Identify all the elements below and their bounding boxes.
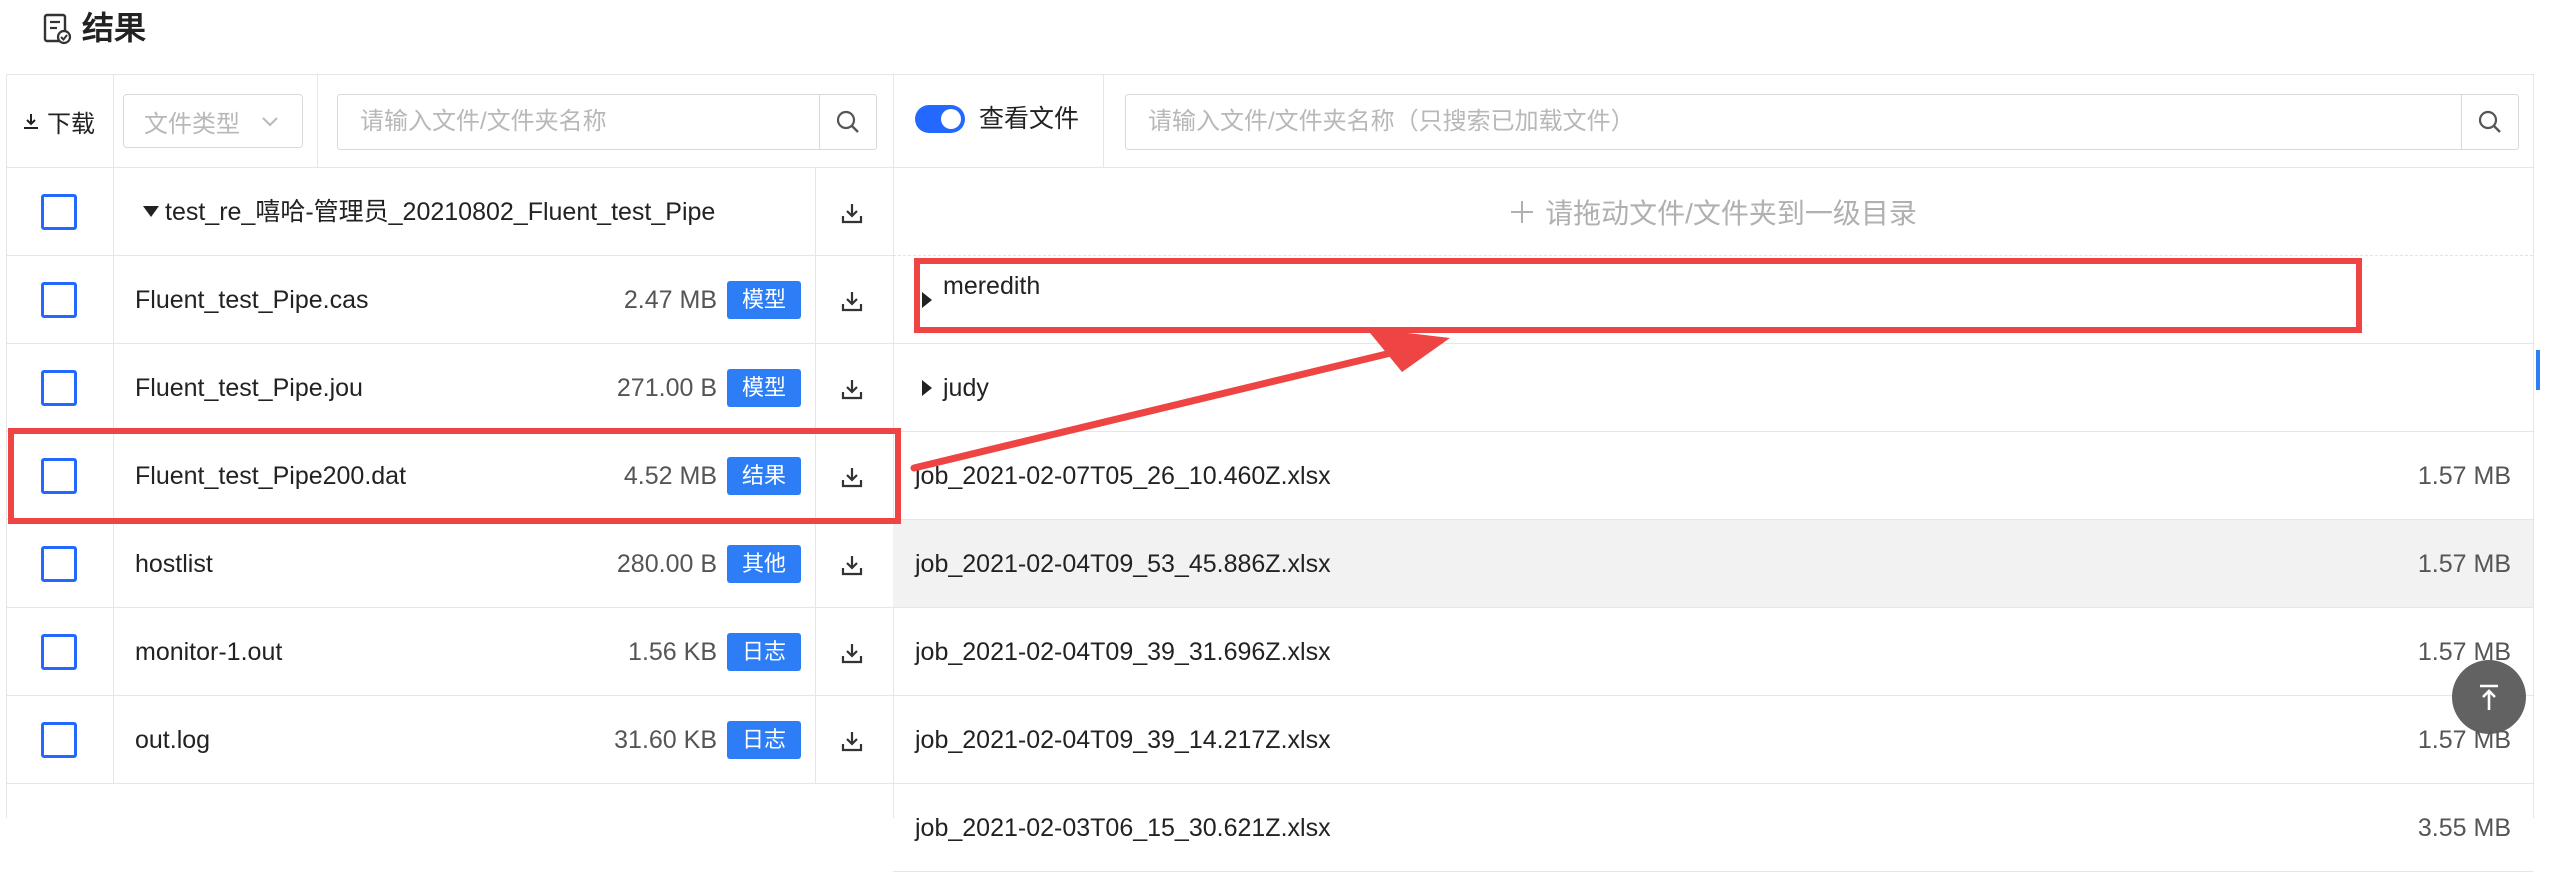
file-size: 2.47 MB <box>623 286 717 314</box>
chevron-down-icon <box>262 117 278 127</box>
file-type-tag: 模型 <box>727 281 801 319</box>
file-size: 3.55 MB <box>2417 814 2511 842</box>
view-files-label: 查看文件 <box>979 105 1080 133</box>
file-size: 31.60 KB <box>614 726 717 754</box>
toolbar-divider <box>317 75 318 167</box>
drag-move-icon <box>1511 200 1534 223</box>
arrow-up-to-top-icon <box>2480 684 2498 710</box>
left-search-input[interactable] <box>338 95 822 149</box>
file-row[interactable]: job_2021-02-03T06_15_30.621Z.xlsx 3.55 M… <box>893 784 2533 872</box>
folder-name: test_re_嘻哈-管理员_20210802_Fluent_test_Pipe <box>165 198 716 226</box>
download-icon <box>24 114 38 129</box>
file-name: Fluent_test_Pipe.jou <box>135 374 363 402</box>
left-toolbar: 下载 文件类型 <box>7 75 893 168</box>
toolbar-divider <box>113 75 114 167</box>
file-name: job_2021-02-04T09_39_31.696Z.xlsx <box>915 638 1331 666</box>
page-title: 结果 <box>82 10 147 46</box>
file-checkbox[interactable] <box>41 282 77 318</box>
right-search-box <box>1125 94 2519 150</box>
back-to-top-button[interactable] <box>2452 660 2526 734</box>
download-icon[interactable] <box>839 200 865 226</box>
download-label: 下载 <box>47 110 95 138</box>
download-button[interactable]: 下载 <box>21 99 95 143</box>
file-size: 1.57 MB <box>2417 550 2511 578</box>
filetype-select[interactable]: 文件类型 <box>123 94 303 148</box>
file-row[interactable]: job_2021-02-04T09_39_14.217Z.xlsx 1.57 M… <box>893 696 2533 784</box>
file-row[interactable]: out.log 31.60 KB 日志 <box>7 696 893 784</box>
scrollbar-thumb[interactable] <box>2536 350 2540 390</box>
file-type-tag: 日志 <box>727 721 801 759</box>
left-search-button[interactable] <box>819 95 876 149</box>
file-checkbox[interactable] <box>41 546 77 582</box>
caret-right-icon[interactable] <box>922 380 932 396</box>
file-checkbox[interactable] <box>41 370 77 406</box>
file-name: job_2021-02-03T06_15_30.621Z.xlsx <box>915 814 1331 842</box>
download-icon[interactable] <box>839 288 865 314</box>
folder-name: judy <box>943 374 989 402</box>
result-doc-icon <box>43 13 72 45</box>
file-name: out.log <box>135 726 211 754</box>
file-name: Fluent_test_Pipe.cas <box>135 286 369 314</box>
highlight-box-source <box>8 428 901 524</box>
file-browser-panel: 查看文件 请拖动文件/文件夹到一级目录 meredith judy job_20… <box>893 74 2534 872</box>
caret-down-icon[interactable] <box>143 206 159 217</box>
folder-checkbox[interactable] <box>41 194 77 230</box>
filetype-placeholder: 文件类型 <box>144 110 240 138</box>
download-icon[interactable] <box>839 728 865 754</box>
file-row[interactable]: job_2021-02-07T05_26_10.460Z.xlsx 1.57 M… <box>893 432 2533 520</box>
folder-row[interactable]: test_re_嘻哈-管理员_20210802_Fluent_test_Pipe <box>7 168 893 256</box>
file-name: job_2021-02-07T05_26_10.460Z.xlsx <box>915 462 1331 490</box>
file-row[interactable]: job_2021-02-04T09_53_45.886Z.xlsx 1.57 M… <box>893 520 2533 608</box>
file-name: job_2021-02-04T09_53_45.886Z.xlsx <box>915 550 1331 578</box>
search-icon <box>2478 110 2501 133</box>
file-row[interactable]: job_2021-02-04T09_39_31.696Z.xlsx 1.57 M… <box>893 608 2533 696</box>
file-checkbox[interactable] <box>41 634 77 670</box>
file-name: job_2021-02-04T09_39_14.217Z.xlsx <box>915 726 1331 754</box>
file-name: monitor-1.out <box>135 638 283 666</box>
folder-row[interactable]: judy <box>893 344 2533 432</box>
right-toolbar: 查看文件 <box>893 75 2533 168</box>
drop-zone-text: 请拖动文件/文件夹到一级目录 <box>1545 197 1917 229</box>
file-size: 1.57 MB <box>2417 462 2511 490</box>
file-type-tag: 模型 <box>727 369 801 407</box>
file-size: 271.00 B <box>616 374 717 402</box>
view-files-toggle[interactable] <box>915 105 965 133</box>
highlight-box-target <box>914 258 2362 333</box>
download-icon[interactable] <box>839 552 865 578</box>
left-search-box <box>337 94 877 150</box>
file-type-tag: 其他 <box>727 545 801 583</box>
file-row[interactable]: monitor-1.out 1.56 KB 日志 <box>7 608 893 696</box>
file-type-tag: 日志 <box>727 633 801 671</box>
file-size: 1.56 KB <box>628 638 717 666</box>
file-checkbox[interactable] <box>41 722 77 758</box>
file-row[interactable]: Fluent_test_Pipe.jou 271.00 B 模型 <box>7 344 893 432</box>
toolbar-divider <box>1103 75 1104 167</box>
right-search-input[interactable] <box>1126 95 2464 149</box>
drop-zone[interactable]: 请拖动文件/文件夹到一级目录 <box>893 168 2533 256</box>
page-header: 结果 <box>0 0 2550 72</box>
download-icon[interactable] <box>839 640 865 666</box>
file-row[interactable]: hostlist 280.00 B 其他 <box>7 520 893 608</box>
file-name: hostlist <box>135 550 213 578</box>
file-size: 280.00 B <box>616 550 717 578</box>
search-icon <box>836 110 859 133</box>
download-icon[interactable] <box>839 376 865 402</box>
right-search-button[interactable] <box>2461 95 2518 149</box>
file-row[interactable]: Fluent_test_Pipe.cas 2.47 MB 模型 <box>7 256 893 344</box>
